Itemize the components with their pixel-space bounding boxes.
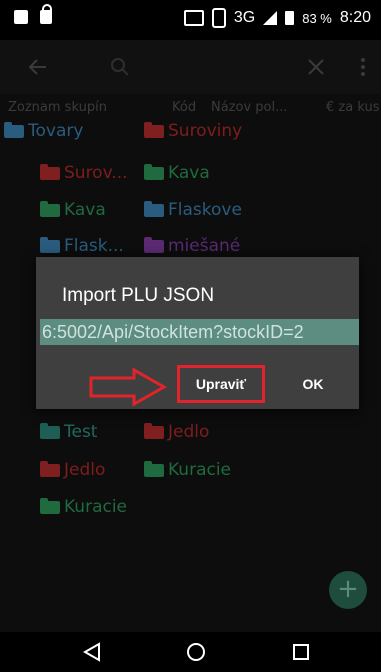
tree-item-label: Kuracie: [168, 460, 232, 480]
folder-icon: [40, 200, 60, 217]
folder-icon: [144, 121, 164, 138]
home-icon[interactable]: [181, 638, 211, 666]
import-dialog: Import PLU JSON 6:5002/Api/StockItem?sto…: [36, 257, 359, 409]
tree-item-label: Flaskove: [168, 200, 242, 220]
network-type: 3G: [233, 9, 256, 26]
tree-item-label: Flask...: [64, 236, 124, 256]
status-bar: 3G 83 % 8:20: [0, 0, 381, 40]
folder-icon: [40, 497, 60, 514]
signal-icon: [263, 11, 278, 25]
tree-item-label: Surov...: [64, 163, 128, 183]
printer-icon: [14, 10, 28, 24]
tree-item-jedlo[interactable]: Jedlo: [40, 460, 105, 480]
folder-icon: [40, 163, 60, 180]
url-field-value[interactable]: 6:5002/Api/StockItem?stockID=2: [40, 319, 359, 345]
folder-icon: [4, 121, 24, 138]
folder-icon: [40, 422, 60, 439]
ok-button[interactable]: OK: [288, 369, 338, 399]
back-icon[interactable]: [77, 638, 107, 666]
tree-item-kava[interactable]: Kava: [144, 163, 210, 183]
battery-level: 83 %: [302, 10, 332, 26]
vibrate-icon: [211, 8, 226, 28]
status-right: 3G 83 % 8:20: [183, 8, 371, 28]
tree-item-label: Tovary: [28, 121, 84, 141]
column-header-price[interactable]: € za kus: [326, 100, 379, 115]
clock: 8:20: [339, 9, 371, 26]
lock-icon: [40, 4, 52, 24]
back-arrow-icon[interactable]: [20, 49, 56, 85]
tree-item-kava[interactable]: Kava: [40, 200, 106, 220]
tree-item-kuracie[interactable]: Kuracie: [40, 497, 127, 517]
column-headers: Zoznam skupín Kód Názov pol... € za kus: [0, 96, 381, 118]
tree-item-suroviny[interactable]: Suroviny: [144, 121, 242, 141]
battery-icon: [285, 11, 295, 25]
tree-item-label: Kava: [64, 200, 106, 220]
column-header-code[interactable]: Kód: [172, 100, 196, 115]
folder-icon: [144, 200, 164, 217]
folder-icon: [144, 163, 164, 180]
tree-item-tovary[interactable]: Tovary: [4, 121, 83, 141]
column-header-groups[interactable]: Zoznam skupín: [8, 100, 107, 115]
column-header-name[interactable]: Názov pol...: [211, 100, 288, 115]
folder-icon: [40, 236, 60, 253]
recents-icon[interactable]: [286, 638, 316, 666]
cast-icon: [183, 10, 204, 26]
close-icon[interactable]: [298, 49, 334, 85]
tree-item-label: Suroviny: [168, 121, 243, 141]
tree-item-miesane[interactable]: miešané: [144, 236, 240, 256]
tree-item-label: Jedlo: [64, 460, 106, 480]
tree-item-label: Test: [64, 422, 98, 442]
tree-item-jedlo[interactable]: Jedlo: [144, 422, 209, 442]
toolbar: [0, 40, 381, 94]
folder-icon: [144, 236, 164, 253]
folder-icon: [40, 460, 60, 477]
status-left-icons: [14, 4, 52, 24]
add-button[interactable]: +: [329, 571, 367, 609]
url-field[interactable]: 6:5002/Api/StockItem?stockID=2: [40, 319, 359, 345]
folder-icon: [144, 460, 164, 477]
tree-item-label: Jedlo: [168, 422, 210, 442]
tree-item-kuracie[interactable]: Kuracie: [144, 460, 231, 480]
tree-item-flaskove[interactable]: Flaskove: [144, 200, 242, 220]
tree-item-flask[interactable]: Flask...: [40, 236, 124, 256]
search-icon[interactable]: [102, 49, 138, 85]
tree-item-label: Kuracie: [64, 497, 128, 517]
tree-item-label: miešané: [168, 236, 241, 256]
dialog-title: Import PLU JSON: [62, 285, 215, 306]
tree-item-surov[interactable]: Surov...: [40, 163, 128, 183]
tree-item-label: Kava: [168, 163, 210, 183]
navigation-bar: [0, 632, 381, 672]
tree-item-test[interactable]: Test: [40, 422, 97, 442]
more-vertical-icon[interactable]: [345, 49, 381, 85]
annotation-arrow-icon: [89, 367, 168, 407]
folder-icon: [144, 422, 164, 439]
edit-button[interactable]: Upraviť: [177, 365, 265, 403]
